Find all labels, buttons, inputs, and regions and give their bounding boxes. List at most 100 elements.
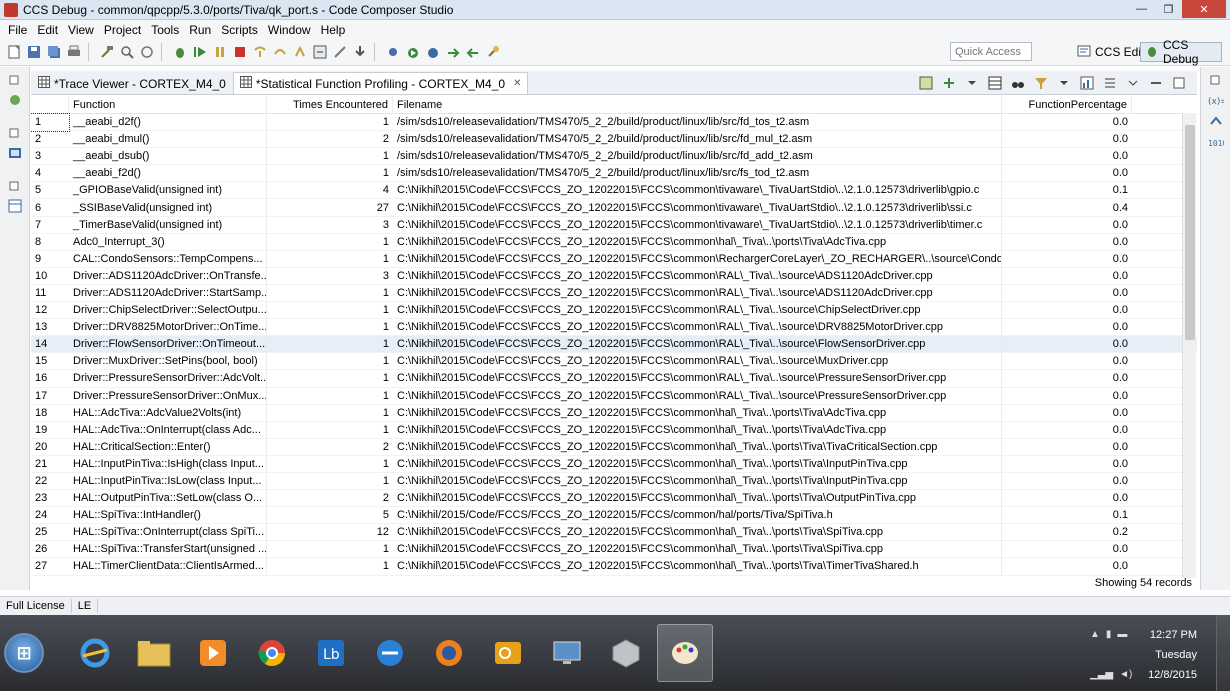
perspective-ccs-debug[interactable]: CCS Debug [1140,38,1222,66]
table-row[interactable]: 6 _SSIBaseValid(unsigned int) 27 C:\Nikhil\… [31,199,1197,217]
clock-date[interactable]: 12/8/2015 [1148,669,1197,681]
run-external-icon[interactable] [404,43,422,61]
binoculars-icon[interactable] [1009,74,1027,92]
terminate-icon[interactable] [231,43,249,61]
outline-icon[interactable] [6,197,24,215]
show-hidden-icons-icon[interactable]: ▲ [1090,629,1100,640]
debug-view-icon[interactable] [6,91,24,109]
menu-run[interactable]: Run [184,23,216,37]
taskbar-virtualbox[interactable] [598,624,654,682]
print-icon[interactable] [65,43,83,61]
restore-icon[interactable] [6,123,24,141]
vertical-scrollbar[interactable] [1182,113,1196,578]
taskbar-internet-explorer[interactable] [67,624,123,682]
table-row[interactable]: 14 Driver::FlowSensorDriver::OnTimeout...… [31,335,1197,354]
menu-file[interactable]: File [3,23,32,37]
table-row[interactable]: 20 HAL::CriticalSection::Enter() 2 C:\Nikhi… [31,438,1197,456]
table-row[interactable]: 23 HAL::OutputPinTiva::SetLow(class O... 2… [31,489,1197,508]
view-menu-icon[interactable] [1124,74,1142,92]
menu-edit[interactable]: Edit [32,23,63,37]
load-program-icon[interactable] [351,43,369,61]
table-row[interactable]: 16 Driver::PressureSensorDriver::AdcVolt.… [31,369,1197,388]
new-icon[interactable] [5,43,23,61]
expressions-icon[interactable] [1207,112,1225,130]
network-icon[interactable]: ▬ [1117,629,1127,640]
volume-icon[interactable]: ◄) [1119,669,1132,680]
debug-bug-icon[interactable] [171,43,189,61]
taskbar-teamviewer[interactable] [362,624,418,682]
table-view-icon[interactable] [917,74,935,92]
table-row[interactable]: 19 HAL::AdcTiva::OnInterrupt(class Adc...… [31,421,1197,439]
menu-project[interactable]: Project [99,23,146,37]
registers-icon[interactable]: 1010 [1207,133,1225,151]
signal-icon[interactable]: ▁▃▅ [1090,669,1113,680]
menu-tools[interactable]: Tools [146,23,184,37]
taskbar-media-player[interactable] [185,624,241,682]
table-row[interactable]: 24 HAL::SpiTiva::IntHandler() 5 C:\Nikhil/2… [31,506,1197,525]
variables-icon[interactable]: (x)= [1207,91,1225,109]
column-header-function-percentage[interactable]: FunctionPercentage [1002,96,1132,114]
clock-day[interactable]: Tuesday [1155,649,1197,661]
table-row[interactable]: 26 HAL::SpiTiva::TransferStart(unsigned .… [31,540,1197,559]
table-row[interactable]: 25 HAL::SpiTiva::OnInterrupt(class SpiTi.… [31,523,1197,542]
table-row[interactable]: 3 __aeabi_dsub() 1/sim/sds10/releasevalida… [31,147,1197,166]
table-row[interactable]: 18 HAL::AdcTiva::AdcValue2Volts(int) 1 C:\N… [31,404,1197,422]
step-return-icon[interactable] [291,43,309,61]
resume-icon[interactable] [191,43,209,61]
pin-icon[interactable] [484,43,502,61]
table-row[interactable]: 2 __aeabi_dmul() 2/sim/sds10/releasevalida… [31,130,1197,149]
restore-icon[interactable] [6,176,24,194]
instruction-step-icon[interactable] [311,43,329,61]
table-row[interactable]: 10 Driver::ADS1120AdcDriver::OnTransfe...… [31,267,1197,285]
taskbar-lync[interactable]: Lb [303,624,359,682]
tab-statistical-function-profiling[interactable]: *Statistical Function Profiling - CORTEX… [232,72,529,94]
step-over-icon[interactable] [271,43,289,61]
table-row[interactable]: 13 Driver::DRV8825MotorDriver::OnTime... 1… [31,318,1197,337]
menu-help[interactable]: Help [316,23,351,37]
chart-icon[interactable] [1078,74,1096,92]
save-icon[interactable] [25,43,43,61]
search-icon[interactable] [118,43,136,61]
table-row[interactable]: 4 __aeabi_f2d() 1/sim/sds10/releasevalidat… [31,164,1197,183]
suspend-icon[interactable] [211,43,229,61]
table-row[interactable]: 5 _GPIOBaseValid(unsigned int) 4 C:\Nikhil\… [31,181,1197,200]
table-row[interactable]: 8 Adc0_Interrupt_3() 1 C:\Nikhil\2015\Code\… [31,233,1197,251]
build-hammer-icon[interactable] [98,43,116,61]
clock-time[interactable]: 12:27 PM [1150,629,1197,641]
taskbar-chrome[interactable] [244,624,300,682]
add-column-icon[interactable] [940,74,958,92]
breakpoint-icon[interactable] [384,43,402,61]
grid-icon[interactable] [986,74,1004,92]
menu-window[interactable]: Window [263,23,316,37]
external-tools-icon[interactable] [424,43,442,61]
taskbar-outlook[interactable] [480,624,536,682]
column-header-times-encountered[interactable]: Times Encountered [267,96,393,114]
show-desktop-button[interactable] [1216,615,1230,691]
column-header-function[interactable]: Function [69,96,267,114]
taskbar-remote-desktop[interactable] [539,624,595,682]
table-row[interactable]: 11 Driver::ADS1120AdcDriver::StartSamp...… [31,284,1197,303]
list-icon[interactable] [1101,74,1119,92]
table-row[interactable]: 12 Driver::ChipSelectDriver::SelectOutpu.… [31,301,1197,320]
filter-icon[interactable] [1032,74,1050,92]
tab-trace-viewer[interactable]: *Trace Viewer - CORTEX_M4_0 [31,72,233,94]
next-annotation-icon[interactable] [444,43,462,61]
restore-icon[interactable] [1207,70,1225,88]
scrollbar-thumb[interactable] [1185,125,1195,340]
step-into-icon[interactable] [251,43,269,61]
table-row[interactable]: 27 HAL::TimerClientData::ClientIsArmed...… [31,557,1197,576]
taskbar-firefox[interactable] [421,624,477,682]
maximize-button[interactable]: ❐ [1155,0,1182,18]
column-header-filename[interactable]: Filename [393,96,1002,114]
column-header-index[interactable] [31,96,69,114]
menu-scripts[interactable]: Scripts [216,23,263,37]
table-row[interactable]: 9 CAL::CondoSensors::TempCompens... 1 C:\Ni… [31,250,1197,268]
minimize-view-icon[interactable] [1147,74,1165,92]
minimize-button[interactable]: — [1128,0,1155,18]
table-row[interactable]: 21 HAL::InputPinTiva::IsHigh(class Input.… [31,455,1197,473]
close-button[interactable]: ✕ [1182,0,1226,18]
table-row[interactable]: 17 Driver::PressureSensorDriver::OnMux...… [31,387,1197,405]
start-button[interactable]: ⊞ [4,633,44,673]
perspective-ccs-edit[interactable]: CCS Edit [1073,42,1148,62]
taskbar-file-explorer[interactable] [126,624,182,682]
